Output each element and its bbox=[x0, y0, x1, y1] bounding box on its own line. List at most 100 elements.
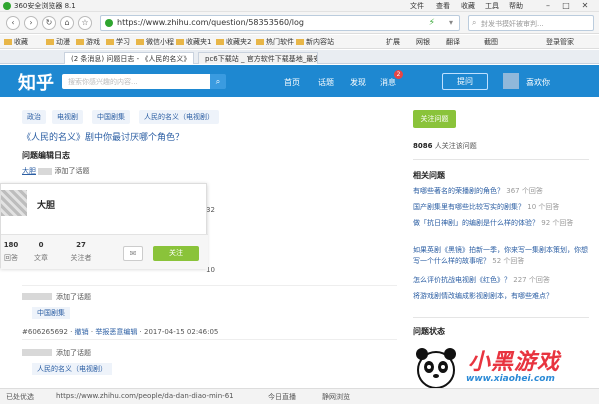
related-question[interactable]: 做「抗日神剧」的编剧是什么样的体验？ 92 个回答 bbox=[413, 218, 589, 229]
menu-help[interactable]: 帮助 bbox=[509, 1, 523, 11]
related-question[interactable]: 如果英剧《黑镜》拍新一季，你来写一集剧本策划，你想写一个什么样的故事呢？ 52 … bbox=[413, 245, 589, 267]
topic-tag[interactable]: 人民的名义（电视剧） bbox=[139, 110, 219, 124]
bookmark-anime[interactable]: 动漫 bbox=[46, 37, 70, 47]
menu-file[interactable]: 文件 bbox=[410, 1, 424, 11]
home-icon[interactable]: ⌂ bbox=[60, 16, 74, 30]
bookmark-new-content[interactable]: 新内容站 bbox=[296, 37, 334, 47]
nav-messages[interactable]: 消息 bbox=[380, 77, 396, 88]
divider bbox=[22, 285, 397, 286]
stat-number: 0 bbox=[38, 241, 44, 249]
stat-number: 27 bbox=[76, 241, 86, 249]
status-live[interactable]: 今日直播 bbox=[268, 392, 296, 402]
zhihu-search-input[interactable]: 搜索你感兴趣的内容... bbox=[62, 74, 212, 89]
log-topic[interactable]: 中国剧集 bbox=[32, 307, 70, 319]
status-url: https://www.zhihu.com/people/da-dan-diao… bbox=[56, 392, 234, 400]
related-question[interactable]: 有哪些著名的荣播剧的角色？ 367 个回答 bbox=[413, 186, 589, 197]
revert-link[interactable]: 撤销 bbox=[75, 328, 89, 336]
redacted-user bbox=[22, 349, 52, 356]
panda-mascot-icon bbox=[416, 348, 456, 389]
username[interactable]: 喜欢你 bbox=[526, 77, 550, 88]
ask-question-button[interactable]: 提问 bbox=[442, 73, 488, 90]
log-heading: 问题编辑日志 bbox=[22, 151, 70, 160]
browser-titlebar: 360安全浏览器 8.1 文件 查看 收藏 工具 帮助 – □ ✕ bbox=[0, 0, 599, 12]
bookmark-wechat[interactable]: 微信小程 bbox=[136, 37, 174, 47]
stat-label: 文章 bbox=[34, 254, 48, 262]
user-avatar[interactable] bbox=[503, 73, 519, 89]
nav-topics[interactable]: 话题 bbox=[318, 77, 334, 88]
zhihu-search-placeholder: 搜索你感兴趣的内容... bbox=[68, 78, 138, 86]
url-input[interactable]: https://www.zhihu.com/question/58353560/… bbox=[100, 15, 460, 31]
menu-tools[interactable]: 工具 bbox=[485, 1, 499, 11]
related-question[interactable]: 将游戏剧情改编成影视剧剧本，有哪些难点？ bbox=[413, 291, 589, 302]
log-action: 添加了话题 bbox=[56, 349, 91, 357]
minimize-icon[interactable]: – bbox=[541, 0, 555, 11]
nav-explore[interactable]: 发现 bbox=[350, 77, 366, 88]
stat-label: 关注者 bbox=[70, 254, 92, 262]
notification-badge: 2 bbox=[394, 70, 403, 79]
folder-icon bbox=[136, 39, 144, 45]
maximize-icon[interactable]: □ bbox=[559, 0, 573, 11]
lightning-icon[interactable]: ⚡ bbox=[429, 18, 435, 28]
status-quiet-browse[interactable]: 静网浏览 bbox=[322, 392, 350, 402]
divider bbox=[413, 159, 589, 160]
revision-id: #606265692 bbox=[22, 328, 68, 336]
redacted-name bbox=[38, 167, 53, 175]
browser-search-placeholder: 封发书摸奸被审判... bbox=[481, 20, 544, 28]
refresh-icon[interactable]: ↻ bbox=[42, 16, 56, 30]
topic-tag[interactable]: 中国剧集 bbox=[92, 110, 130, 124]
screenshot-button[interactable]: 截图 bbox=[484, 37, 498, 47]
related-question-text: 将游戏剧情改编成影视剧剧本，有哪些难点？ bbox=[413, 292, 553, 300]
folder-icon bbox=[176, 39, 184, 45]
log-user-link[interactable]: 大胆 bbox=[22, 167, 36, 175]
folder-icon bbox=[4, 39, 12, 45]
dropdown-chevron-icon[interactable]: ▾ bbox=[449, 18, 453, 27]
related-question[interactable]: 怎么评价抗战电视剧《红色》？ 227 个回答 bbox=[413, 275, 589, 286]
close-window-icon[interactable]: ✕ bbox=[578, 0, 592, 11]
follow-question-button[interactable]: 关注问题 bbox=[413, 110, 456, 128]
zhihu-logo[interactable]: 知乎 bbox=[18, 69, 54, 95]
question-title[interactable]: 《人民的名义》剧中你最讨厌哪个角色？ bbox=[22, 130, 184, 143]
bookmark-games[interactable]: 游戏 bbox=[76, 37, 100, 47]
nav-home[interactable]: 首页 bbox=[284, 77, 300, 88]
popup-avatar[interactable] bbox=[1, 190, 27, 216]
bookmark-label: 学习 bbox=[116, 38, 130, 46]
favorite-star-icon[interactable]: ☆ bbox=[78, 16, 92, 30]
divider bbox=[22, 339, 397, 340]
back-icon[interactable]: ‹ bbox=[6, 16, 20, 30]
bookmark-folder2[interactable]: 收藏夹2 bbox=[216, 37, 251, 47]
bookmark-hot-software[interactable]: 热门软件 bbox=[256, 37, 294, 47]
popup-username[interactable]: 大胆 bbox=[37, 198, 55, 211]
zhihu-search-icon[interactable]: ⌕ bbox=[210, 74, 226, 89]
log-topic[interactable]: 人民的名义（电视剧） bbox=[32, 363, 112, 375]
browser-search-input[interactable]: ⌕ 封发书摸奸被审判... bbox=[468, 15, 594, 31]
follow-user-button[interactable]: 关注 bbox=[153, 246, 199, 261]
divider bbox=[413, 317, 589, 318]
tab-pc6[interactable]: pc6下载站 _ 官方软件下载基地_最安全 bbox=[198, 52, 318, 64]
forward-icon[interactable]: › bbox=[24, 16, 38, 30]
bookmark-label: 收藏夹1 bbox=[186, 38, 212, 46]
bookmark-folder1[interactable]: 收藏夹1 bbox=[176, 37, 211, 47]
stat-articles[interactable]: 0 文章 bbox=[23, 241, 59, 263]
menu-view[interactable]: 查看 bbox=[436, 1, 450, 11]
related-question[interactable]: 国产剧集里有哪些比较写实的剧集？ 10 个回答 bbox=[413, 202, 589, 213]
watermark-text: 小黑游戏 bbox=[468, 350, 561, 375]
online-bank-button[interactable]: 网银 bbox=[416, 37, 430, 47]
topic-tag[interactable]: 政治 bbox=[22, 110, 46, 124]
extensions-button[interactable]: 扩展 bbox=[386, 37, 400, 47]
folder-icon bbox=[106, 39, 114, 45]
redacted-user bbox=[22, 293, 52, 300]
log-timestamp: 2017-04-15 02:46:05 bbox=[144, 328, 219, 336]
menu-favorites[interactable]: 收藏 bbox=[461, 1, 475, 11]
message-icon[interactable]: ✉ bbox=[123, 246, 143, 261]
bookmark-study[interactable]: 学习 bbox=[106, 37, 130, 47]
topic-tag[interactable]: 电视剧 bbox=[52, 110, 83, 124]
related-question-text: 国产剧集里有哪些比较写实的剧集？ bbox=[413, 203, 525, 211]
tab-zhihu-log[interactable]: (2 条消息) 问题日志 - 《人民的名义》 bbox=[64, 52, 194, 64]
bookmark-favorites[interactable]: 收藏 bbox=[4, 37, 28, 47]
report-link[interactable]: 举报恶意编辑 bbox=[95, 328, 137, 336]
login-manager-button[interactable]: 登录管家 bbox=[546, 37, 574, 47]
status-left[interactable]: 已处优选 bbox=[6, 392, 34, 402]
answer-count: 52 个回答 bbox=[492, 257, 525, 265]
stat-followers[interactable]: 27 关注者 bbox=[63, 241, 99, 263]
translate-button[interactable]: 翻译 bbox=[446, 37, 460, 47]
